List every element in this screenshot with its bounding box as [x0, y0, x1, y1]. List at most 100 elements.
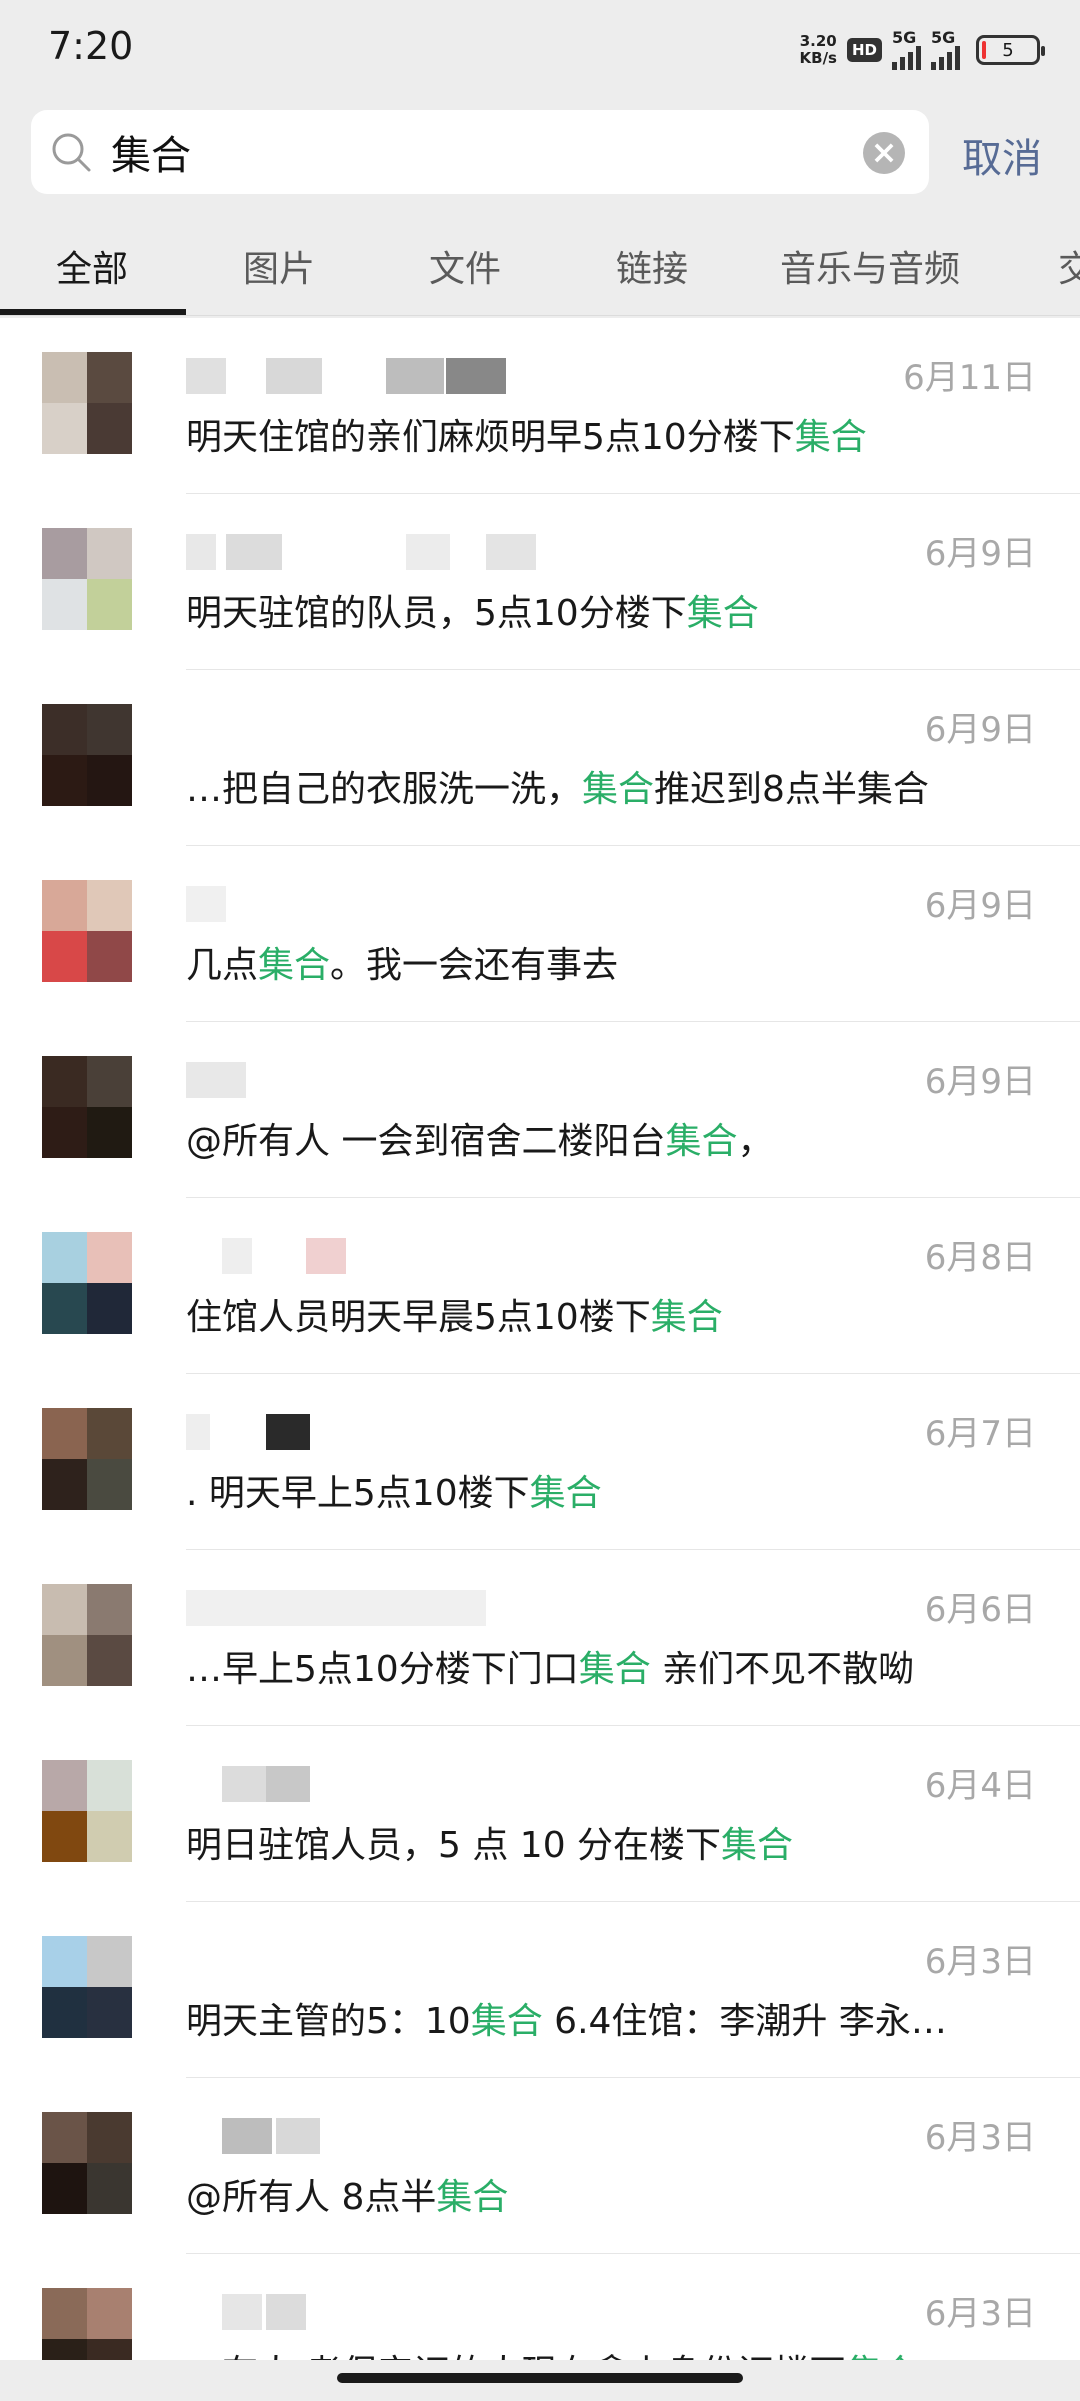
sender-name-blurred	[186, 1414, 576, 1450]
snippet-text-after: 。我一会还有事去	[330, 945, 619, 986]
active-tab-indicator	[0, 309, 186, 315]
battery-icon: 5	[976, 35, 1045, 65]
message-date: 6月6日	[924, 1590, 1036, 1630]
network-speed-unit: KB/s	[799, 49, 837, 67]
clear-icon[interactable]: ×	[863, 132, 905, 174]
list-item[interactable]: 6月11日 明天住馆的亲们麻烦明早5点10分楼下集合	[0, 318, 1080, 494]
message-snippet: . 明天早上5点10楼下集合	[186, 1464, 602, 1516]
list-item[interactable]: 6月4日 明日驻馆人员，5 点 10 分在楼下集合	[0, 1726, 1080, 1902]
network-speed: 3.20 KB/s	[800, 33, 837, 67]
tab-music-audio[interactable]: 音乐与音频	[780, 240, 960, 292]
message-date: 6月9日	[924, 886, 1036, 926]
network-speed-value: 3.20	[799, 32, 837, 50]
snippet-text-after: 亲们不见不散呦	[650, 1649, 915, 1690]
message-date: 6月3日	[924, 1942, 1036, 1982]
message-snippet: 住馆人员明天早晨5点10楼下集合	[186, 1288, 723, 1340]
message-snippet: 明日驻馆人员，5 点 10 分在楼下集合	[186, 1816, 793, 1868]
tab-all[interactable]: 全部	[56, 240, 128, 292]
snippet-text: @所有人 8点半	[186, 2177, 437, 2218]
list-item[interactable]: 6月9日 @所有人 一会到宿舍二楼阳台集合，	[0, 1022, 1080, 1198]
avatar	[42, 1232, 132, 1334]
message-date: 6月9日	[924, 1062, 1036, 1102]
tab-images[interactable]: 图片	[243, 240, 315, 292]
home-indicator[interactable]	[337, 2373, 743, 2383]
search-box[interactable]: ×	[31, 110, 929, 194]
keyword-highlight: 集合	[258, 945, 331, 986]
snippet-text: 明天住馆的亲们麻烦明早5点10分楼下	[186, 417, 795, 458]
list-item[interactable]: 6月9日明天驻馆的队员，5点10分楼下集合	[0, 494, 1080, 670]
snippet-text: 明天驻馆的队员，5点10分楼下	[186, 593, 687, 634]
tab-files[interactable]: 文件	[429, 240, 501, 292]
message-date: 6月9日	[924, 710, 1036, 750]
avatar	[42, 1936, 132, 2038]
search-input[interactable]	[111, 124, 871, 180]
keyword-highlight: 集合	[470, 2001, 543, 2042]
snippet-text-after: 6.4住馆：李潮升 李永…	[542, 2001, 947, 2042]
avatar	[42, 2288, 132, 2360]
search-results-list: 6月11日 明天住馆的亲们麻烦明早5点10分楼下集合 6月9日 明天驻馆的队员，5点1…	[0, 318, 1080, 2360]
tab-more[interactable]: 交	[1058, 240, 1080, 292]
keyword-highlight: 集合	[721, 1825, 794, 1866]
list-item[interactable]: 6月3日明天主管的5：10集合 6.4住馆：李潮升 李永…	[0, 1902, 1080, 2078]
snippet-text: . 明天早上5点10楼下	[186, 1473, 530, 1514]
signal-icon: 5G	[892, 28, 921, 70]
sender-name-blurred	[186, 1590, 576, 1626]
list-item[interactable]: 6月9日几点集合。我一会还有事去	[0, 846, 1080, 1022]
avatar	[42, 1056, 132, 1158]
message-snippet: 明天驻馆的队员，5点10分楼下集合	[186, 584, 759, 636]
keyword-highlight: 集合	[436, 2177, 509, 2218]
message-snippet: 明天住馆的亲们麻烦明早5点10分楼下集合	[186, 408, 867, 460]
status-icons: 3.20 KB/s HD 5G 5G 5	[800, 28, 1045, 72]
message-date: 6月3日	[924, 2294, 1036, 2334]
sender-name-blurred	[186, 1062, 576, 1098]
status-time: 7:20	[48, 24, 134, 68]
avatar	[42, 1760, 132, 1862]
list-item[interactable]: 6月9日 …把自己的衣服洗一洗，集合推迟到8点半集合	[0, 670, 1080, 846]
sender-name-blurred	[186, 358, 576, 394]
sender-name-blurred	[186, 886, 576, 922]
message-snippet: @所有人 一会到宿舍二楼阳台集合，	[186, 1112, 773, 1164]
keyword-highlight: 集合	[650, 1297, 723, 1338]
list-item[interactable]: 6月3日 @所有人 8点半集合	[0, 2078, 1080, 2254]
hd-voice-icon: HD	[846, 38, 882, 62]
sender-name-blurred	[186, 534, 576, 570]
snippet-text: …把自己的衣服洗一洗，	[186, 769, 583, 810]
search-row: × 取消	[0, 108, 1080, 196]
message-snippet: @所有人 8点半集合	[186, 2168, 508, 2220]
sender-name-blurred	[186, 710, 576, 740]
list-item[interactable]: 6月3日 …有人 考保安证的人现在拿上身份证楼下集合	[0, 2254, 1080, 2360]
signal-icon-2: 5G	[931, 28, 960, 70]
snippet-text: 几点	[186, 945, 259, 986]
signal-label: 5G	[892, 28, 917, 47]
sender-name-blurred	[186, 2294, 576, 2330]
list-item[interactable]: 6月8日 住馆人员明天早晨5点10楼下集合	[0, 1198, 1080, 1374]
list-item[interactable]: 6月6日 …早上5点10分楼下门口集合 亲们不见不散呦	[0, 1550, 1080, 1726]
list-item[interactable]: 6月7日 . 明天早上5点10楼下集合	[0, 1374, 1080, 1550]
keyword-highlight: 集合	[686, 593, 759, 634]
message-snippet: …有人 考保安证的人现在拿上身份证楼下集合	[186, 2344, 917, 2360]
message-snippet: …把自己的衣服洗一洗，集合推迟到8点半集合	[186, 760, 929, 812]
sender-name-blurred	[186, 1238, 576, 1274]
cancel-button[interactable]: 取消	[962, 126, 1042, 184]
filter-tabs: 全部 图片 文件 链接 音乐与音频 交	[0, 214, 1080, 316]
avatar	[42, 880, 132, 982]
avatar	[42, 704, 132, 806]
avatar	[42, 352, 132, 454]
message-date: 6月9日	[924, 534, 1036, 574]
snippet-text-after: 推迟到8点半集合	[654, 769, 929, 810]
keyword-highlight: 集合	[578, 1649, 651, 1690]
keyword-highlight: 集合	[665, 1121, 738, 1162]
message-date: 6月3日	[924, 2118, 1036, 2158]
message-snippet: …早上5点10分楼下门口集合 亲们不见不散呦	[186, 1640, 914, 1692]
message-date: 6月11日	[903, 358, 1036, 398]
avatar	[42, 1408, 132, 1510]
message-date: 6月4日	[924, 1766, 1036, 1806]
snippet-text: …有人 考保安证的人现在拿上身份证楼下	[186, 2353, 845, 2360]
signal-label-2: 5G	[931, 28, 956, 47]
snippet-text: 住馆人员明天早晨5点10楼下	[186, 1297, 651, 1338]
avatar	[42, 1584, 132, 1686]
avatar	[42, 528, 132, 630]
message-snippet: 明天主管的5：10集合 6.4住馆：李潮升 李永…	[186, 1992, 947, 2044]
search-icon	[52, 133, 91, 172]
tab-links[interactable]: 链接	[616, 240, 688, 292]
